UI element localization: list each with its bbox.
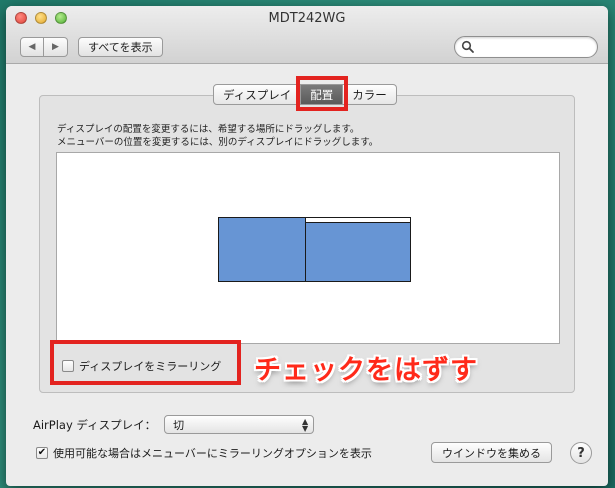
back-button[interactable]: ◀ bbox=[20, 37, 44, 57]
instruction-line-2: メニューバーの位置を変更するには、別のディスプレイにドラッグします。 bbox=[57, 137, 379, 148]
arrangement-instructions: ディスプレイの配置を変更するには、希望する場所にドラッグします。 メニューバーの… bbox=[57, 123, 378, 149]
search-icon bbox=[461, 40, 474, 53]
help-button[interactable]: ? bbox=[570, 442, 592, 464]
menubar-mirroring-option[interactable]: ✔ 使用可能な場合はメニューバーにミラーリングオプションを表示 bbox=[36, 445, 372, 461]
mirror-displays-option[interactable]: ディスプレイをミラーリング bbox=[62, 358, 221, 374]
instruction-line-1: ディスプレイの配置を変更するには、希望する場所にドラッグします。 bbox=[57, 124, 360, 135]
select-arrows-icon: ▲ ▼ bbox=[301, 417, 309, 433]
mirror-displays-checkbox[interactable] bbox=[62, 360, 74, 372]
gather-windows-button[interactable]: ウインドウを集める bbox=[431, 442, 552, 463]
menubar-indicator[interactable] bbox=[306, 218, 410, 223]
forward-button[interactable]: ▶ bbox=[44, 37, 68, 57]
nav-buttons: ◀ ▶ bbox=[20, 37, 68, 57]
tab-display[interactable]: ディスプレイ bbox=[213, 84, 302, 105]
uncheck-annotation: チェックをはずす bbox=[254, 355, 478, 386]
tab-color[interactable]: カラー bbox=[343, 84, 397, 105]
arrangement-tab-highlight bbox=[296, 76, 348, 111]
window-title: MDT242WG bbox=[268, 11, 346, 26]
display-2[interactable] bbox=[305, 217, 411, 282]
mirror-displays-label: ディスプレイをミラーリング bbox=[79, 360, 222, 373]
menubar-mirroring-checkbox[interactable]: ✔ bbox=[36, 447, 48, 459]
titlebar: MDT242WG ◀ ▶ すべてを表示 bbox=[6, 6, 608, 64]
airplay-label: AirPlay ディスプレイ： bbox=[33, 417, 157, 432]
menubar-mirroring-label: 使用可能な場合はメニューバーにミラーリングオプションを表示 bbox=[53, 447, 372, 460]
display-1[interactable] bbox=[218, 217, 306, 282]
airplay-select[interactable]: 切 ▲ ▼ bbox=[164, 415, 315, 434]
search-input[interactable] bbox=[477, 39, 589, 55]
show-all-button[interactable]: すべてを表示 bbox=[78, 37, 163, 57]
airplay-row: AirPlay ディスプレイ： 切 ▲ ▼ bbox=[33, 415, 315, 434]
search-field[interactable] bbox=[454, 36, 598, 58]
display-arrangement-area bbox=[56, 152, 560, 344]
airplay-selected-value: 切 bbox=[173, 418, 185, 432]
preferences-window: MDT242WG ◀ ▶ すべてを表示 ディスプレイ 配置 カラー ディスプレイ… bbox=[6, 6, 608, 486]
